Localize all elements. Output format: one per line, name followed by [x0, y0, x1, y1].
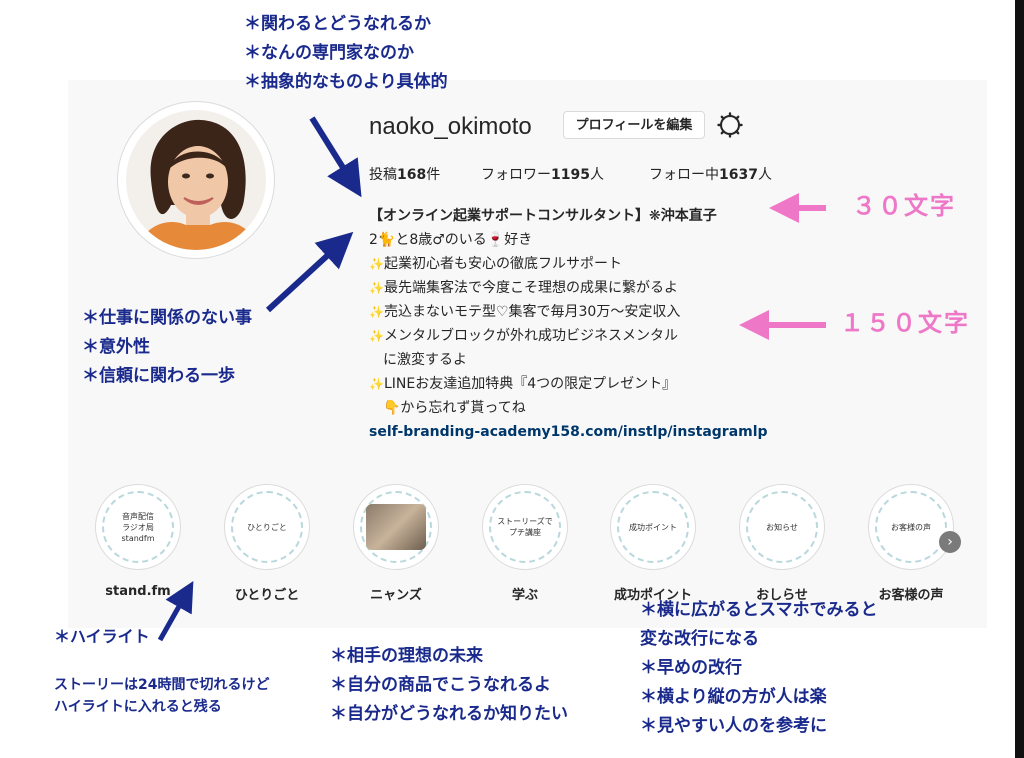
highlight-inner — [360, 491, 432, 563]
note-bottom-right: ＊横に広がるとスマホでみると 変な改行になる ＊早めの改行 ＊横より縦の方が人は… — [640, 596, 878, 741]
highlight-label: 学ぶ — [511, 588, 538, 603]
arrow-to-highlight — [157, 580, 194, 642]
note-line: ＊信頼に関わる一歩 — [82, 366, 235, 386]
note-line: ＊横より縦の方が人は楽 — [640, 687, 827, 707]
highlight-cover: ストーリーズで プチ講座 — [482, 484, 568, 570]
note-highlight-title: ＊ハイライト — [54, 627, 150, 646]
note-left: ＊仕事に関係のない事 ＊意外性 ＊信頼に関わる一歩 — [82, 304, 252, 391]
highlight-standfm[interactable]: 音声配信 ラジオ局 standfm stand.fm — [90, 484, 186, 599]
note-bottom-middle: ＊相手の理想の未来 ＊自分の商品でこうなれるよ ＊自分がどうなれるか知りたい — [330, 642, 568, 729]
highlight-inner-text: ひとりごと — [231, 491, 303, 563]
highlight-hitorigoto[interactable]: ひとりごと ひとりごと — [219, 484, 315, 603]
highlight-oshirase[interactable]: お知らせ おしらせ — [734, 484, 830, 603]
highlight-cover: 成功ポイント — [610, 484, 696, 570]
arrow-to-name — [309, 116, 362, 198]
cats-photo — [366, 504, 426, 550]
highlight-seikou[interactable]: 成功ポイント 成功ポイント — [605, 484, 701, 603]
highlight-nyanzu[interactable]: ニャンズ — [348, 484, 444, 603]
note-line: 変な改行になる — [640, 629, 759, 649]
note-line: ＊意外性 — [82, 337, 150, 357]
note-line: ＊横に広がるとスマホでみると — [640, 600, 878, 620]
highlight-inner-text: お客様の声 — [875, 491, 947, 563]
highlight-cover: ひとりごと — [224, 484, 310, 570]
highlight-label: ニャンズ — [370, 588, 422, 603]
note-line: ＊相手の理想の未来 — [330, 646, 483, 666]
highlight-manabu[interactable]: ストーリーズで プチ講座 学ぶ — [477, 484, 573, 603]
note-line: ハイライトに入れると残る — [54, 699, 222, 715]
note-highlight-explain: ストーリーは24時間で切れるけど ハイライトに入れると残る — [54, 674, 269, 718]
arrow-to-bio — [265, 231, 354, 313]
note-line: ＊早めの改行 — [640, 658, 742, 678]
highlight-cover: 音声配信 ラジオ局 standfm — [95, 484, 181, 570]
highlight-inner-text: ストーリーズで プチ講座 — [489, 491, 561, 563]
note-line: ＊仕事に関係のない事 — [82, 308, 252, 328]
highlight-cover: お知らせ — [739, 484, 825, 570]
highlight-label: ひとりごと — [234, 588, 300, 603]
highlight-label: stand.fm — [105, 584, 171, 599]
highlight-inner-text: お知らせ — [746, 491, 818, 563]
note-line: ストーリーは24時間で切れるけど — [54, 677, 270, 693]
next-arrow-icon[interactable]: › — [939, 531, 961, 553]
note-line: ＊自分がどうなれるか知りたい — [330, 704, 568, 724]
highlight-inner-text: 音声配信 ラジオ局 standfm — [102, 491, 174, 563]
highlight-cover — [353, 484, 439, 570]
note-line: ＊見やすい人のを参考に — [640, 716, 827, 736]
highlight-cover: お客様の声 — [868, 484, 954, 570]
note-line: ＊自分の商品でこうなれるよ — [330, 675, 551, 695]
highlight-inner-text: 成功ポイント — [617, 491, 689, 563]
